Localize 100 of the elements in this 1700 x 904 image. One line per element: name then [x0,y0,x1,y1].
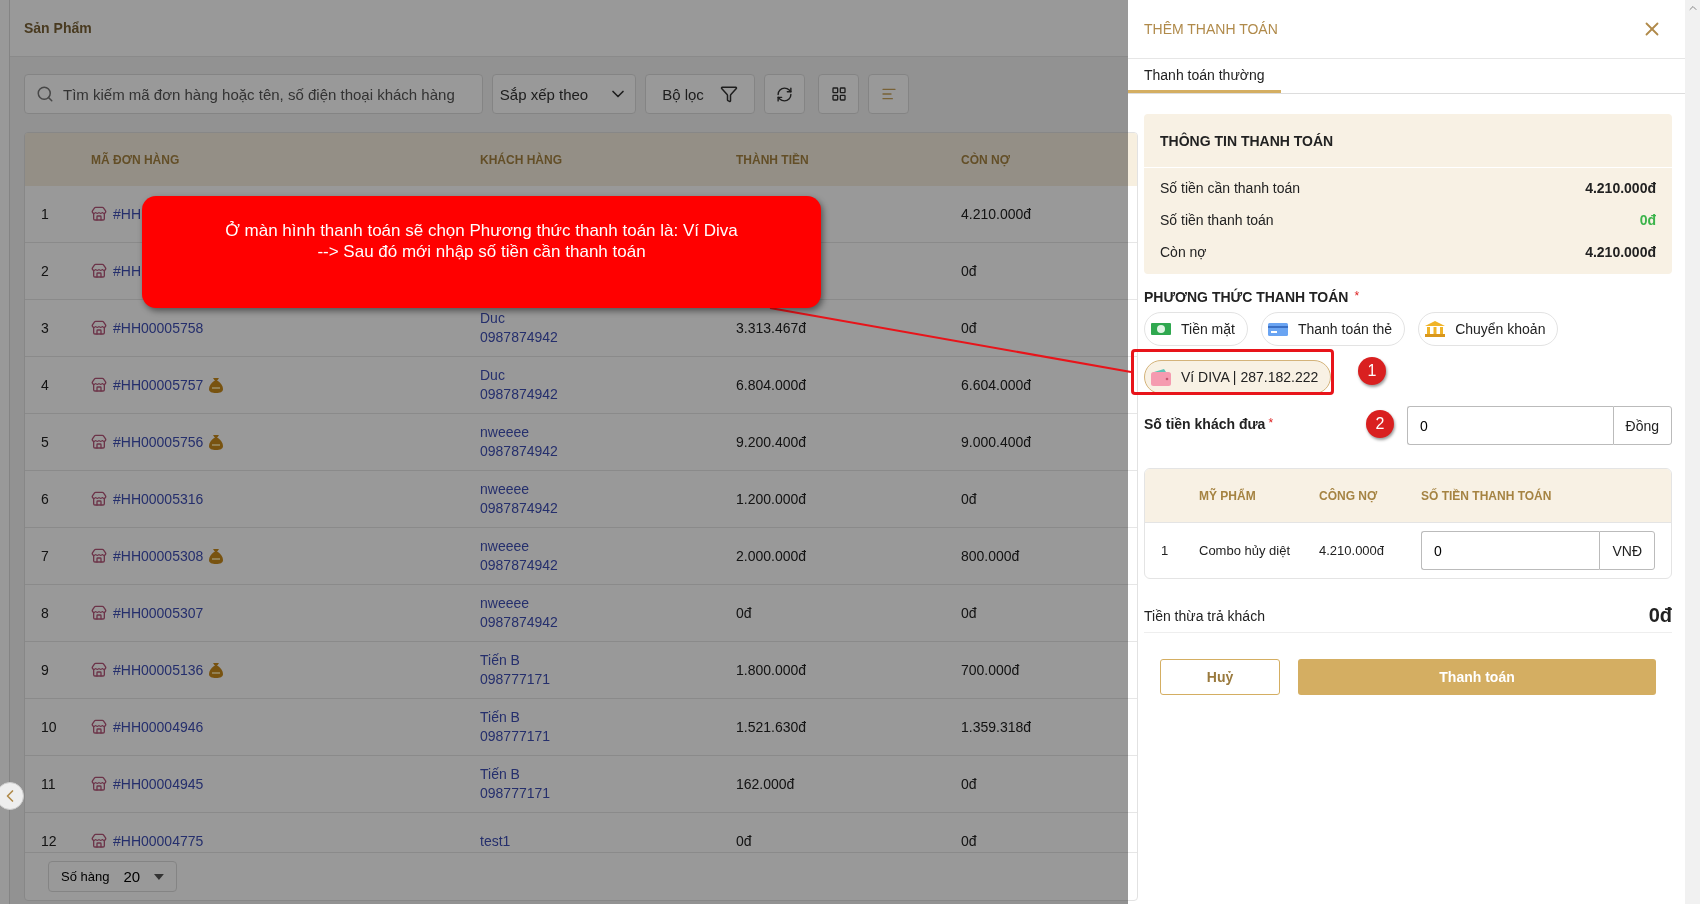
drawer-title: THÊM THANH TOÁN [1144,21,1278,37]
order-code-link[interactable]: #HH [113,261,141,281]
banknote-icon [1151,323,1171,335]
column-header: CÔNG NỢ [1319,488,1379,503]
row-number: 8 [40,605,50,621]
store-icon [91,434,107,450]
customer-name-link[interactable]: nweeee [480,423,736,442]
customer-name-link[interactable]: nweeee [480,480,736,499]
money-bag-icon [209,548,224,564]
row-number: 1 [1160,542,1170,560]
store-icon [91,833,107,849]
order-code-link[interactable]: #HH [113,204,141,224]
page-title: Sản Phẩm [24,20,92,36]
sort-lines-button[interactable] [868,74,909,114]
debt-amount: 0đ [961,605,977,621]
info-value: 4.210.000đ [1585,244,1656,260]
currency-addon: VNĐ [1599,531,1655,570]
customer-name-link[interactable]: Duc [480,366,736,385]
customer-name-link[interactable]: nweeee [480,594,736,613]
row-number: 3 [40,320,50,336]
order-code-link[interactable]: #HH00004775 [113,831,204,851]
order-code-link[interactable]: #HH00005308 [113,546,204,566]
collapse-button[interactable] [0,782,24,810]
grid-view-button[interactable] [818,74,859,114]
debt-amount: 0đ [961,833,977,849]
order-code-link[interactable]: #HH00005136 [113,660,204,680]
grid-icon [830,86,847,102]
debt-amount: 4.210.000đ [1319,542,1386,560]
filter-button[interactable]: Bộ lọc [645,74,755,114]
debt-amount: 0đ [961,491,977,507]
sort-dropdown[interactable]: Sắp xếp theo [492,74,636,114]
info-value: 0đ [1639,212,1656,228]
bank-icon [1425,321,1446,337]
customer-name-link[interactable]: nweeee [480,537,736,556]
total-amount: 162.000đ [736,776,795,792]
order-code-link[interactable]: #HH00004946 [113,717,204,737]
customer-phone-link[interactable]: 0987874942 [480,499,736,518]
store-icon [91,605,107,621]
payment-amount-field[interactable]: 0 [1421,531,1600,570]
rows-per-page-select[interactable]: Số hàng 20 [48,861,177,892]
order-code-link[interactable]: #HH00005757 [113,375,204,395]
money-bag-icon [209,434,224,450]
customer-phone-link[interactable]: 0987874942 [480,556,736,575]
search-field[interactable]: Tìm kiếm mã đơn hàng hoặc tên, số điện thoại khách hàng [24,74,483,114]
customer-phone-link[interactable]: 0987874942 [480,385,736,404]
debt-amount: 700.000đ [961,662,1020,678]
cancel-button[interactable]: Huỷ [1160,659,1280,695]
store-icon [91,491,107,507]
debt-amount: 4.210.000đ [961,206,1032,222]
order-code-link[interactable]: #HH00004945 [113,774,204,794]
customer-phone-link[interactable]: 098777171 [480,784,736,803]
customer-phone-link[interactable]: 0987874942 [480,328,736,347]
customer-name-link[interactable]: Duc [480,309,736,328]
order-code-link[interactable]: #HH00005758 [113,318,204,338]
lines-icon [880,86,897,102]
customer-name-link[interactable]: Tiến B [480,708,736,727]
payment-method-chip[interactable]: Ví DIVA | 287.182.222 [1144,360,1332,394]
total-amount: 3.313.467đ [736,320,807,336]
customer-phone-link[interactable]: 0987874942 [480,442,736,461]
total-amount: 0đ [736,605,752,621]
info-label: Số tiền cần thanh toán [1160,180,1301,196]
customer-phone-link[interactable]: 0987874942 [480,613,736,632]
store-icon [91,377,107,393]
store-icon [91,662,107,678]
customer-name-link[interactable]: Tiến B [480,765,736,784]
row-number: 5 [40,434,50,450]
tab[interactable]: Thanh toán thường [1128,59,1281,93]
column-header: MÃ ĐƠN HÀNG [91,152,181,167]
payment-method-chip[interactable]: Chuyển khoản [1418,312,1559,346]
info-value: 4.210.000đ [1585,180,1656,196]
column-header: CÒN NỢ [961,152,1011,167]
total-amount: 1.521.630đ [736,719,807,735]
currency-addon: Đồng [1612,406,1672,445]
customer-phone-link[interactable]: 098777171 [480,670,736,689]
total-amount: 9.200.400đ [736,434,807,450]
row-number: 6 [40,491,50,507]
customer-phone-link[interactable]: 098777171 [480,727,736,746]
order-code-link[interactable]: #HH00005756 [113,432,204,452]
store-icon [91,719,107,735]
customer-name-link[interactable]: Tiến B [480,651,736,670]
row-number: 1 [40,206,50,222]
customer-name-link[interactable]: test1 [480,831,736,851]
debt-amount: 0đ [961,776,977,792]
filter-icon [719,85,738,103]
order-code-link[interactable]: #HH00005307 [113,603,204,623]
total-amount: 1.800.000đ [736,662,807,678]
row-number: 2 [40,263,50,279]
caret-icon [154,873,164,880]
row-number: 7 [40,548,50,564]
amount-field[interactable]: 0 [1407,406,1613,445]
row-number: 11 [40,776,57,792]
row-number: 10 [40,719,58,735]
wallet-icon [1151,368,1171,386]
order-code-link[interactable]: #HH00005316 [113,489,204,509]
debt-amount: 6.604.000đ [961,377,1032,393]
refresh-button[interactable] [764,74,805,114]
store-icon [91,206,107,222]
column-header: MỸ PHẨM [1199,488,1257,503]
payment-method-chip[interactable]: Thanh toán thẻ [1260,312,1406,346]
payment-method-chip[interactable]: Tiền mặt [1144,312,1248,346]
